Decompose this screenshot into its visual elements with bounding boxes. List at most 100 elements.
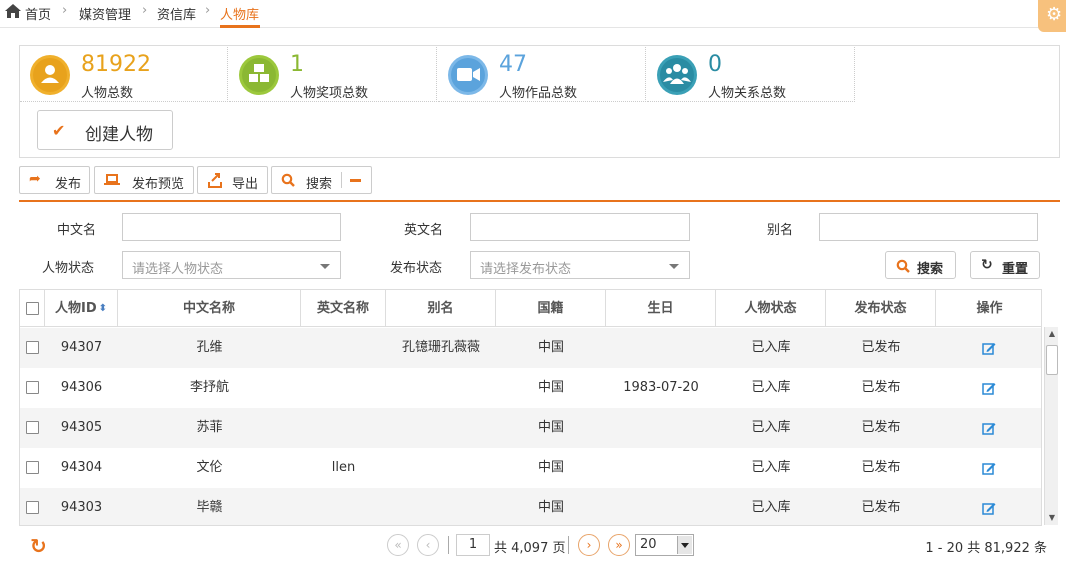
minus-icon[interactable] bbox=[350, 179, 361, 182]
select-all-checkbox[interactable] bbox=[26, 302, 39, 315]
last-page-icon[interactable]: » bbox=[608, 534, 630, 556]
breadcrumb-info-library[interactable]: 资信库 bbox=[157, 4, 196, 23]
english-name-input[interactable] bbox=[470, 213, 690, 241]
scroll-down-icon[interactable]: ▼ bbox=[1045, 511, 1059, 525]
cell-cn-name: 苏菲 bbox=[196, 420, 223, 435]
row-checkbox[interactable] bbox=[26, 341, 39, 354]
stat-label: 人物总数 bbox=[81, 86, 134, 101]
table-row[interactable]: 94303 毕赣 中国 已入库 已发布 bbox=[20, 488, 1041, 525]
stat-label: 人物奖项总数 bbox=[290, 86, 369, 101]
cell-person-status: 已入库 bbox=[751, 380, 791, 395]
edit-icon[interactable] bbox=[982, 421, 996, 435]
video-camera-icon bbox=[448, 55, 488, 95]
search-toggle-label: 搜索 bbox=[306, 177, 333, 192]
filter-reset-button[interactable]: ↻ 重置 bbox=[970, 251, 1040, 279]
cell-publish-status: 已发布 bbox=[861, 420, 901, 435]
person-table: 人物ID ⬍ 中文名称 英文名称 别名 国籍 生日 人物状态 发布状态 操作 94… bbox=[19, 289, 1042, 526]
search-icon bbox=[281, 173, 295, 187]
gear-icon: ⚙ bbox=[1046, 4, 1063, 25]
cell-birthday bbox=[606, 488, 716, 525]
header-person-id[interactable]: 人物ID ⬍ bbox=[45, 290, 118, 327]
header-publish-status: 发布状态 bbox=[826, 290, 936, 327]
check-icon: ✔ bbox=[52, 121, 66, 140]
refresh-icon[interactable]: ↻ bbox=[30, 534, 47, 558]
sort-icon[interactable]: ⬍ bbox=[99, 303, 107, 314]
filter-search-label: 搜索 bbox=[917, 262, 944, 277]
table-row[interactable]: 94306 李抒航 中国 1983-07-20 已入库 已发布 bbox=[20, 368, 1041, 408]
cell-cn-name: 李抒航 bbox=[189, 380, 229, 395]
cell-nationality: 中国 bbox=[537, 420, 564, 435]
create-person-label: 创建人物 bbox=[85, 125, 153, 145]
create-person-button[interactable]: ✔ 创建人物 bbox=[37, 110, 173, 150]
row-checkbox[interactable] bbox=[26, 381, 39, 394]
export-label: 导出 bbox=[232, 177, 259, 192]
cubes-icon bbox=[239, 55, 279, 95]
header-birthday: 生日 bbox=[606, 290, 716, 327]
cell-publish-status: 已发布 bbox=[861, 380, 901, 395]
stat-relation-total[interactable]: 0 人物关系总数 bbox=[647, 47, 855, 102]
breadcrumb-home[interactable]: 首页 bbox=[25, 4, 51, 23]
table-header: 人物ID ⬍ 中文名称 英文名称 别名 国籍 生日 人物状态 发布状态 操作 bbox=[20, 290, 1041, 327]
header-nationality: 国籍 bbox=[496, 290, 606, 327]
edit-icon[interactable] bbox=[982, 501, 996, 515]
cell-publish-status: 已发布 bbox=[861, 340, 901, 355]
edit-icon[interactable] bbox=[982, 381, 996, 395]
edit-icon[interactable] bbox=[982, 341, 996, 355]
select-all-cell bbox=[20, 290, 45, 327]
stat-works-total[interactable]: 47 人物作品总数 bbox=[438, 47, 646, 102]
scroll-thumb[interactable] bbox=[1046, 345, 1058, 375]
pager-summary: 1 - 20 共 81,922 条 bbox=[925, 541, 1047, 556]
settings-button[interactable]: ⚙ bbox=[1038, 0, 1066, 32]
row-checkbox[interactable] bbox=[26, 421, 39, 434]
search-toggle-button[interactable]: 搜索 bbox=[271, 166, 372, 194]
row-checkbox[interactable] bbox=[26, 461, 39, 474]
caret-down-icon bbox=[320, 264, 330, 269]
next-page-icon[interactable]: › bbox=[578, 534, 600, 556]
toolbar-divider bbox=[341, 172, 342, 188]
person-icon bbox=[30, 55, 70, 95]
refresh-icon: ↻ bbox=[981, 257, 993, 273]
first-page-icon[interactable]: « bbox=[387, 534, 409, 556]
cell-alias bbox=[386, 368, 496, 408]
cell-alias bbox=[386, 448, 496, 488]
publish-button[interactable]: ➦ 发布 bbox=[19, 166, 90, 194]
total-pages-text: 共 4,097 页 bbox=[494, 541, 566, 556]
alias-label: 别名 bbox=[767, 223, 794, 238]
prev-page-icon[interactable]: ‹ bbox=[417, 534, 439, 556]
publish-status-select[interactable]: 请选择发布状态 bbox=[470, 251, 690, 279]
table-row[interactable]: 94305 苏菲 中国 已入库 已发布 bbox=[20, 408, 1041, 448]
table-scrollbar[interactable]: ▲ ▼ bbox=[1044, 327, 1058, 525]
laptop-icon bbox=[104, 174, 120, 185]
filter-search-button[interactable]: 搜索 bbox=[885, 251, 956, 279]
chinese-name-label: 中文名 bbox=[57, 223, 97, 238]
scroll-up-icon[interactable]: ▲ bbox=[1045, 327, 1059, 341]
chevron-right-icon: › bbox=[142, 3, 148, 18]
cell-alias bbox=[386, 488, 496, 525]
page-size-value: 20 bbox=[640, 537, 657, 552]
page-number-input[interactable]: 1 bbox=[456, 534, 490, 556]
stat-award-total[interactable]: 1 人物奖项总数 bbox=[229, 47, 437, 102]
share-arrow-icon: ➦ bbox=[29, 171, 41, 187]
chinese-name-input[interactable] bbox=[122, 213, 341, 241]
stat-person-total[interactable]: 81922 人物总数 bbox=[20, 47, 228, 102]
publish-preview-button[interactable]: 发布预览 bbox=[94, 166, 194, 194]
alias-input[interactable] bbox=[819, 213, 1038, 241]
page-size-select[interactable]: 20 bbox=[635, 534, 694, 556]
edit-icon[interactable] bbox=[982, 461, 996, 475]
header-label: 人物ID bbox=[54, 301, 97, 316]
chevron-down-icon bbox=[677, 536, 692, 554]
home-icon[interactable] bbox=[5, 4, 21, 18]
table-row[interactable]: 94307 孔维 孔镱珊孔薇薇 中国 已入库 已发布 bbox=[20, 328, 1041, 368]
stat-value: 47 bbox=[499, 52, 527, 77]
cell-cn-name: 孔维 bbox=[196, 340, 223, 355]
export-button[interactable]: 导出 bbox=[197, 166, 268, 194]
person-status-select[interactable]: 请选择人物状态 bbox=[122, 251, 341, 279]
row-checkbox[interactable] bbox=[26, 501, 39, 514]
filter-reset-label: 重置 bbox=[1002, 262, 1029, 277]
publish-status-label: 发布状态 bbox=[390, 261, 443, 276]
breadcrumb-media-management[interactable]: 媒资管理 bbox=[79, 4, 131, 23]
cell-en-name bbox=[301, 328, 386, 368]
table-row[interactable]: 94304 文伦 llen 中国 已入库 已发布 bbox=[20, 448, 1041, 488]
cell-person-status: 已入库 bbox=[751, 460, 791, 475]
publish-preview-label: 发布预览 bbox=[132, 177, 185, 192]
